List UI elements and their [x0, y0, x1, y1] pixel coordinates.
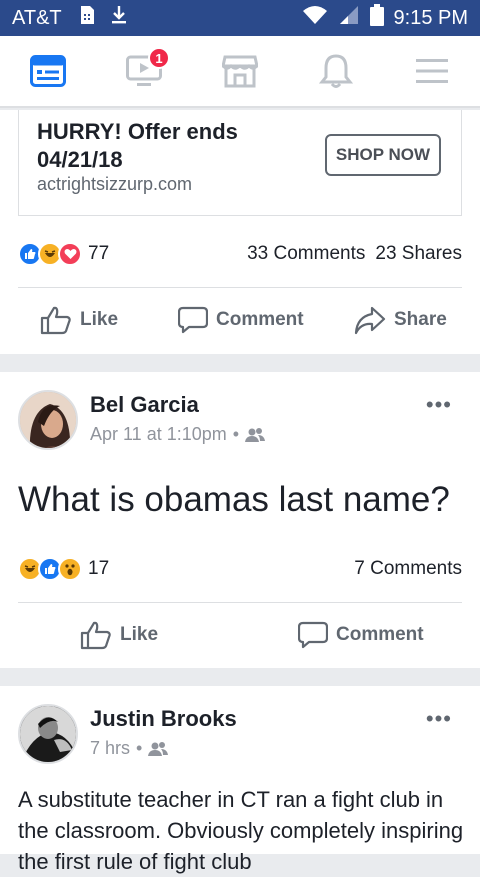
like-button[interactable]: Like [80, 620, 158, 650]
ad-url: actrightsizzurp.com [37, 174, 193, 194]
comment-bubble-icon [178, 306, 208, 334]
avatar[interactable] [18, 390, 78, 450]
post-action-bar: Like Comment [0, 605, 480, 665]
notification-badge: 1 [148, 47, 170, 69]
like-button[interactable]: Like [40, 305, 118, 335]
sim-icon [78, 5, 96, 31]
thumbs-up-icon [40, 306, 71, 335]
reaction-icons [18, 557, 82, 581]
signal-icon [338, 5, 360, 31]
more-options-icon[interactable]: ••• [426, 706, 452, 732]
post-reactions-summary[interactable]: 17 7 Comments [18, 554, 462, 584]
battery-icon [369, 4, 384, 32]
comment-bubble-icon [298, 621, 328, 649]
nav-marketplace[interactable] [210, 41, 270, 101]
meta-separator: • [232, 424, 240, 444]
reaction-count: 77 [88, 243, 110, 264]
meta-separator: • [136, 738, 143, 758]
share-arrow-icon [354, 306, 386, 335]
comment-label: Comment [336, 624, 424, 645]
wow-reaction-icon [58, 557, 82, 581]
top-nav-bar: 1 [0, 36, 480, 108]
nav-watch[interactable]: 1 [114, 41, 174, 101]
bell-icon [319, 54, 353, 88]
hamburger-menu-icon [416, 59, 448, 83]
ad-action-bar: Like Comment Share [0, 290, 480, 350]
post-card: Bel Garcia Apr 11 at 1:10pm • ••• What i… [0, 372, 480, 668]
more-options-icon[interactable]: ••• [426, 392, 452, 418]
reaction-count: 17 [88, 558, 110, 579]
post-meta: Apr 11 at 1:10pm • [90, 424, 266, 445]
friends-audience-icon [148, 741, 169, 756]
divider [18, 287, 462, 288]
divider [18, 602, 462, 603]
post-author-name[interactable]: Justin Brooks [90, 706, 237, 732]
post-timestamp[interactable]: Apr 11 at 1:10pm [90, 424, 227, 445]
download-icon [110, 5, 128, 31]
ad-headline: HURRY! Offer ends 04/21/18 [37, 119, 238, 172]
post-meta: 7 hrs • [90, 738, 169, 759]
marketplace-icon [222, 55, 258, 88]
post-timestamp[interactable]: 7 hrs [90, 738, 130, 759]
comments-count-link[interactable]: 7 Comments [354, 558, 462, 580]
post-text: What is obamas last name? [18, 480, 450, 519]
share-label: Share [394, 309, 447, 330]
carrier-label: AT&T [12, 6, 62, 29]
post-card: Justin Brooks 7 hrs • ••• A substitute t… [0, 686, 480, 874]
sponsored-post-card: HURRY! Offer ends 04/21/18 actrightsizzu… [0, 110, 480, 354]
love-reaction-icon [58, 242, 82, 266]
thumbs-up-icon [80, 621, 111, 650]
like-label: Like [120, 624, 159, 645]
friends-audience-icon [245, 427, 266, 442]
post-text: A substitute teacher in CT ran a fight c… [18, 787, 464, 874]
ad-link-preview[interactable]: HURRY! Offer ends 04/21/18 actrightsizzu… [18, 110, 462, 216]
shares-count-link[interactable]: 23 Shares [375, 243, 462, 265]
avatar[interactable] [18, 704, 78, 764]
clock-label: 9:15 PM [393, 6, 468, 29]
comments-count-link[interactable]: 33 Comments [247, 243, 365, 265]
nav-news-feed[interactable] [18, 41, 78, 101]
comment-label: Comment [216, 309, 304, 330]
news-feed-icon [30, 55, 66, 87]
nav-menu[interactable] [402, 41, 462, 101]
post-author-name[interactable]: Bel Garcia [90, 392, 199, 418]
comment-button[interactable]: Comment [178, 305, 304, 335]
comment-button[interactable]: Comment [298, 620, 424, 650]
nav-notifications[interactable] [306, 41, 366, 101]
post-header: Justin Brooks 7 hrs • ••• [18, 704, 462, 768]
share-button[interactable]: Share [354, 305, 447, 335]
status-bar: AT&T 9:15 PM [0, 0, 480, 36]
shop-now-button[interactable]: SHOP NOW [325, 134, 441, 176]
ad-reactions-summary[interactable]: 77 33 Comments 23 Shares [18, 239, 462, 269]
reaction-icons [18, 242, 82, 266]
post-header: Bel Garcia Apr 11 at 1:10pm • ••• [18, 390, 462, 454]
like-label: Like [80, 309, 119, 330]
wifi-icon [302, 5, 328, 31]
